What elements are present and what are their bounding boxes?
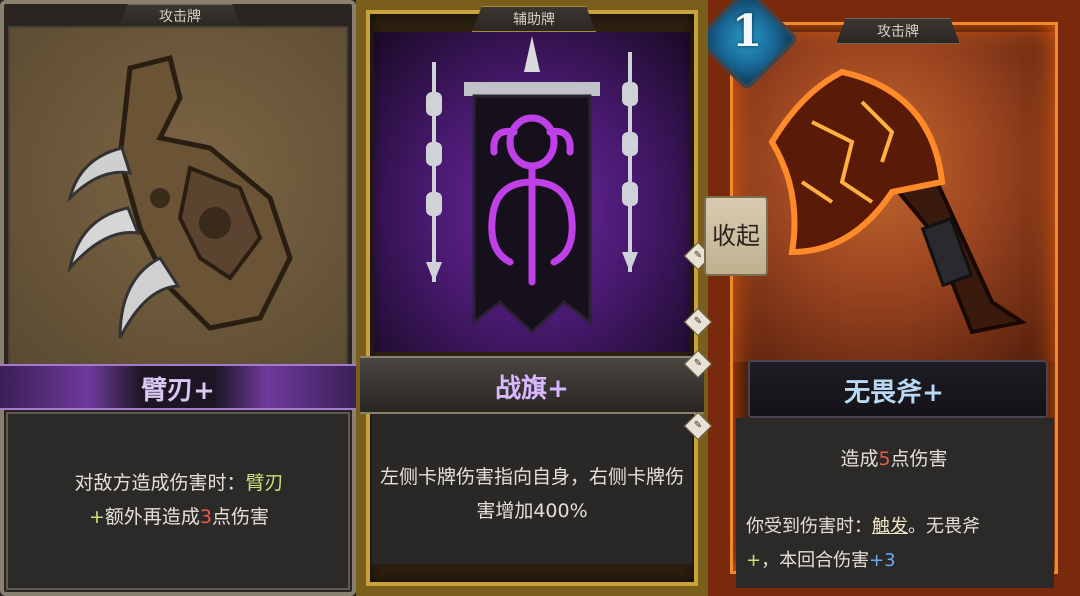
collapse-button[interactable]: 收起 (704, 196, 768, 276)
card-description: 对敌方造成伤害时：臂刃 +额外再造成3点伤害 (24, 466, 334, 534)
desc-text: 造成 (840, 448, 879, 470)
upgrade-mark: + (922, 378, 944, 408)
keyword-trigger[interactable]: 触发 (872, 516, 908, 537)
card-name-text: 无畏斧 (844, 378, 923, 408)
desc-text: 你受到伤害时： (746, 516, 872, 537)
card-fearless-axe[interactable]: 攻击牌 1 无畏斧+ 造成5点伤害 你受到伤害时：触发。无畏斧 +，本回合伤害+… (708, 0, 1080, 596)
card-description-line: 你受到伤害时：触发。无畏斧 +，本回合伤害+3 (746, 510, 1056, 578)
card-type-label: 攻击牌 (836, 18, 960, 44)
damage-value: 5 (878, 448, 891, 470)
arm-blade-illustration (67, 54, 293, 339)
card-war-banner[interactable]: 辅助牌 战旗+ 左侧卡牌伤害指向自身，右侧卡牌伤害增加400% (356, 0, 708, 596)
desc-text: 对敌方造成伤害时： (74, 472, 246, 494)
card-name-text: 臂刃 (141, 376, 194, 406)
card-type-label: 攻击牌 (118, 4, 242, 28)
card-name: 臂刃+ (0, 370, 356, 407)
card-ref: 臂刃 (245, 472, 284, 494)
card-ref: 无畏斧 (926, 516, 980, 537)
desc-text: 点伤害 (890, 448, 948, 470)
card-description: 左侧卡牌伤害指向自身，右侧卡牌伤害增加400% (380, 466, 685, 522)
card-type-label: 辅助牌 (472, 6, 596, 32)
card-name-text: 战旗 (495, 374, 548, 404)
energy-cost: 1 (731, 6, 763, 57)
desc-text: 额外再造成 (104, 506, 200, 528)
desc-text: 点伤害 (212, 506, 270, 528)
card-name: 战旗+ (356, 368, 708, 405)
card-name: 无畏斧+ (708, 372, 1080, 409)
damage-value: 3 (199, 506, 212, 528)
upgrade-mark: + (746, 550, 762, 571)
desc-text: ，本回合伤害 (761, 550, 870, 571)
upgrade-mark: + (88, 506, 105, 528)
upgrade-mark: + (193, 376, 215, 406)
desc-text: 。 (908, 516, 926, 537)
upgrade-mark: + (547, 374, 569, 404)
bonus-value: +3 (869, 550, 896, 571)
card-description-line: 造成5点伤害 (708, 444, 1080, 471)
card-art-arm-blade (8, 26, 348, 366)
card-arm-blade[interactable]: 攻击牌 臂刃+ 对敌方造成伤害时：臂刃 +额外再造成3点伤害 (0, 0, 356, 596)
